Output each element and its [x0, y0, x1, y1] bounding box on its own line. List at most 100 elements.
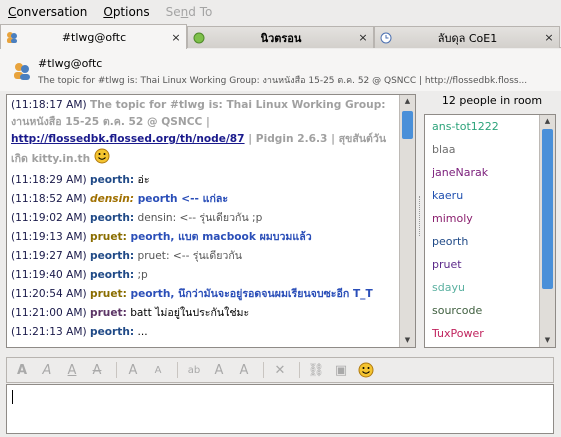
message-nick[interactable]: pruet: — [90, 307, 127, 319]
scroll-thumb[interactable] — [402, 111, 413, 139]
chat-room-icon — [12, 61, 32, 84]
away-status-icon — [379, 31, 393, 45]
message-timestamp: (11:19:02 AM) — [11, 212, 87, 224]
message-row: (11:18:52 AM) densin: peorth <-- แก่ละ — [11, 191, 397, 208]
message-row: (11:18:17 AM) The topic for #tlwg is: Th… — [11, 97, 397, 170]
tab-bar: #tlwg@oftc × นิวตรอน × ลับดุล CoE1 × — [0, 24, 561, 49]
message-nick[interactable]: peorth: — [90, 174, 134, 186]
tab-label: ลับดุล CoE1 — [437, 31, 498, 45]
user-list-item[interactable]: blaa — [425, 138, 539, 161]
message-row: (11:19:40 AM) peorth: ;p — [11, 267, 397, 284]
message-text: peorth <-- แก่ละ — [134, 193, 229, 205]
menu-options[interactable]: Options — [95, 5, 157, 19]
tab-coe1[interactable]: ลับดุล CoE1 × — [374, 26, 560, 48]
tab-tlwg[interactable]: #tlwg@oftc × — [0, 24, 187, 49]
format-toolbar: A A A A A Aab A A ✕ ⛓ ▣ — [6, 357, 554, 383]
conversation-scrollbar[interactable]: ▲ ▼ — [399, 95, 415, 347]
message-row: (11:19:13 AM) pruet: peorth, แบต macbook… — [11, 229, 397, 246]
user-list[interactable]: ans-tot1222 blaa janeNarak kaeru mimoly peort… — [424, 114, 556, 348]
tab-close-icon[interactable]: × — [356, 31, 370, 44]
scroll-up-icon[interactable]: ▲ — [540, 115, 555, 128]
room-name: #tlwg@oftc — [38, 57, 103, 70]
toolbar-separator — [116, 362, 117, 378]
link-icon[interactable]: ⛓ — [305, 360, 327, 380]
message-list: (11:18:17 AM) The topic for #tlwg is: Th… — [11, 97, 397, 343]
input-splitter[interactable] — [0, 352, 561, 355]
tab-close-icon[interactable]: × — [169, 31, 183, 44]
strike-icon[interactable]: A — [86, 360, 108, 380]
message-row: (11:20:54 AM) pruet: peorth, นึกว่ามันจะ… — [11, 286, 397, 303]
conversation-header: #tlwg@oftc The topic for #tlwg is: Thai … — [0, 49, 561, 91]
message-row: (11:19:02 AM) peorth: densin: <-- รุ่นเด… — [11, 210, 397, 227]
tab-label: นิวตรอน — [260, 31, 302, 45]
bg-color-icon[interactable]: A — [233, 360, 255, 380]
user-count: 12 people in room — [441, 94, 543, 107]
shrink-font-icon[interactable]: A — [147, 360, 169, 380]
message-text: ... — [134, 326, 148, 338]
available-status-icon — [192, 31, 206, 45]
user-list-item[interactable]: peorth — [425, 230, 539, 253]
italic-icon[interactable]: A — [36, 360, 58, 380]
menu-send-to[interactable]: Send To — [158, 5, 221, 19]
message-timestamp: (11:21:13 AM) — [11, 326, 87, 338]
bold-icon[interactable]: A — [11, 360, 33, 380]
grow-font-icon[interactable]: A — [122, 360, 144, 380]
message-timestamp: (11:18:52 AM) — [11, 193, 87, 205]
image-icon[interactable]: ▣ — [330, 360, 352, 380]
toolbar-separator — [263, 362, 264, 378]
menu-conversation[interactable]: Conversation — [0, 5, 95, 19]
chat-room-icon — [5, 30, 19, 44]
message-text: densin: <-- รุ่นเดียวกัน ;p — [134, 212, 263, 224]
user-list-item[interactable]: mimoly — [425, 207, 539, 230]
message-nick[interactable]: peorth: — [90, 250, 134, 262]
topic-link[interactable]: http://flossedbk.flossed.org/th/node/87 — [11, 133, 245, 145]
message-timestamp: (11:20:54 AM) — [11, 288, 87, 300]
message-nick[interactable]: peorth: — [90, 326, 134, 338]
scroll-up-icon[interactable]: ▲ — [400, 95, 415, 108]
message-row: (11:21:00 AM) pruet: batt ไม่อยู่ในประกั… — [11, 305, 397, 322]
pane-divider[interactable] — [419, 196, 422, 236]
message-timestamp: (11:19:40 AM) — [11, 269, 87, 281]
font-icon[interactable]: ab — [183, 360, 205, 380]
toolbar-separator — [177, 362, 178, 378]
message-nick[interactable]: peorth: — [90, 212, 134, 224]
menubar: Conversation Options Send To — [0, 0, 561, 24]
message-timestamp: (11:19:27 AM) — [11, 250, 87, 262]
message-text: อ่ะ — [134, 174, 150, 186]
message-text: pruet: <-- รุ่นเดียวกัน — [134, 250, 243, 262]
message-text: batt ไม่อยู่ในประกันใช่มะ — [126, 307, 250, 319]
message-timestamp: (11:21:00 AM) — [11, 307, 87, 319]
user-list-item[interactable]: pruet — [425, 253, 539, 276]
user-list-item[interactable]: kaeru — [425, 184, 539, 207]
smiley-icon[interactable] — [355, 360, 377, 380]
user-list-item[interactable]: sdayu — [425, 276, 539, 299]
message-nick[interactable]: pruet: — [90, 288, 127, 300]
message-timestamp: (11:19:13 AM) — [11, 231, 87, 243]
message-row: (11:21:13 AM) peorth: ... — [11, 324, 397, 341]
tab-neutron[interactable]: นิวตรอน × — [187, 26, 374, 48]
toolbar-separator — [299, 362, 300, 378]
conversation-log[interactable]: (11:18:17 AM) The topic for #tlwg is: Th… — [6, 94, 416, 348]
message-input[interactable] — [6, 384, 554, 434]
tab-label: #tlwg@oftc — [61, 30, 127, 44]
smiley-icon — [94, 148, 110, 170]
message-nick[interactable]: densin: — [90, 193, 134, 205]
fg-color-icon[interactable]: A — [208, 360, 230, 380]
scroll-thumb[interactable] — [542, 129, 553, 289]
user-list-item[interactable]: TuxPower — [425, 322, 539, 345]
user-list-item[interactable]: janeNarak — [425, 161, 539, 184]
tab-close-icon[interactable]: × — [542, 31, 556, 44]
message-nick[interactable]: pruet: — [90, 231, 127, 243]
user-list-item[interactable]: sourcode — [425, 299, 539, 322]
user-list-item[interactable]: ans-tot1222 — [425, 115, 539, 138]
scroll-down-icon[interactable]: ▼ — [540, 334, 555, 347]
underline-icon[interactable]: A — [61, 360, 83, 380]
message-timestamp: (11:18:17 AM) — [11, 99, 87, 111]
message-nick[interactable]: peorth: — [90, 269, 134, 281]
userlist-scrollbar[interactable]: ▲ ▼ — [539, 115, 555, 347]
scroll-down-icon[interactable]: ▼ — [400, 334, 415, 347]
message-text: peorth, แบต macbook ผมบวมแล้ว — [126, 231, 312, 243]
clear-format-icon[interactable]: ✕ — [269, 360, 291, 380]
message-timestamp: (11:18:29 AM) — [11, 174, 87, 186]
message-row: (11:18:29 AM) peorth: อ่ะ — [11, 172, 397, 189]
